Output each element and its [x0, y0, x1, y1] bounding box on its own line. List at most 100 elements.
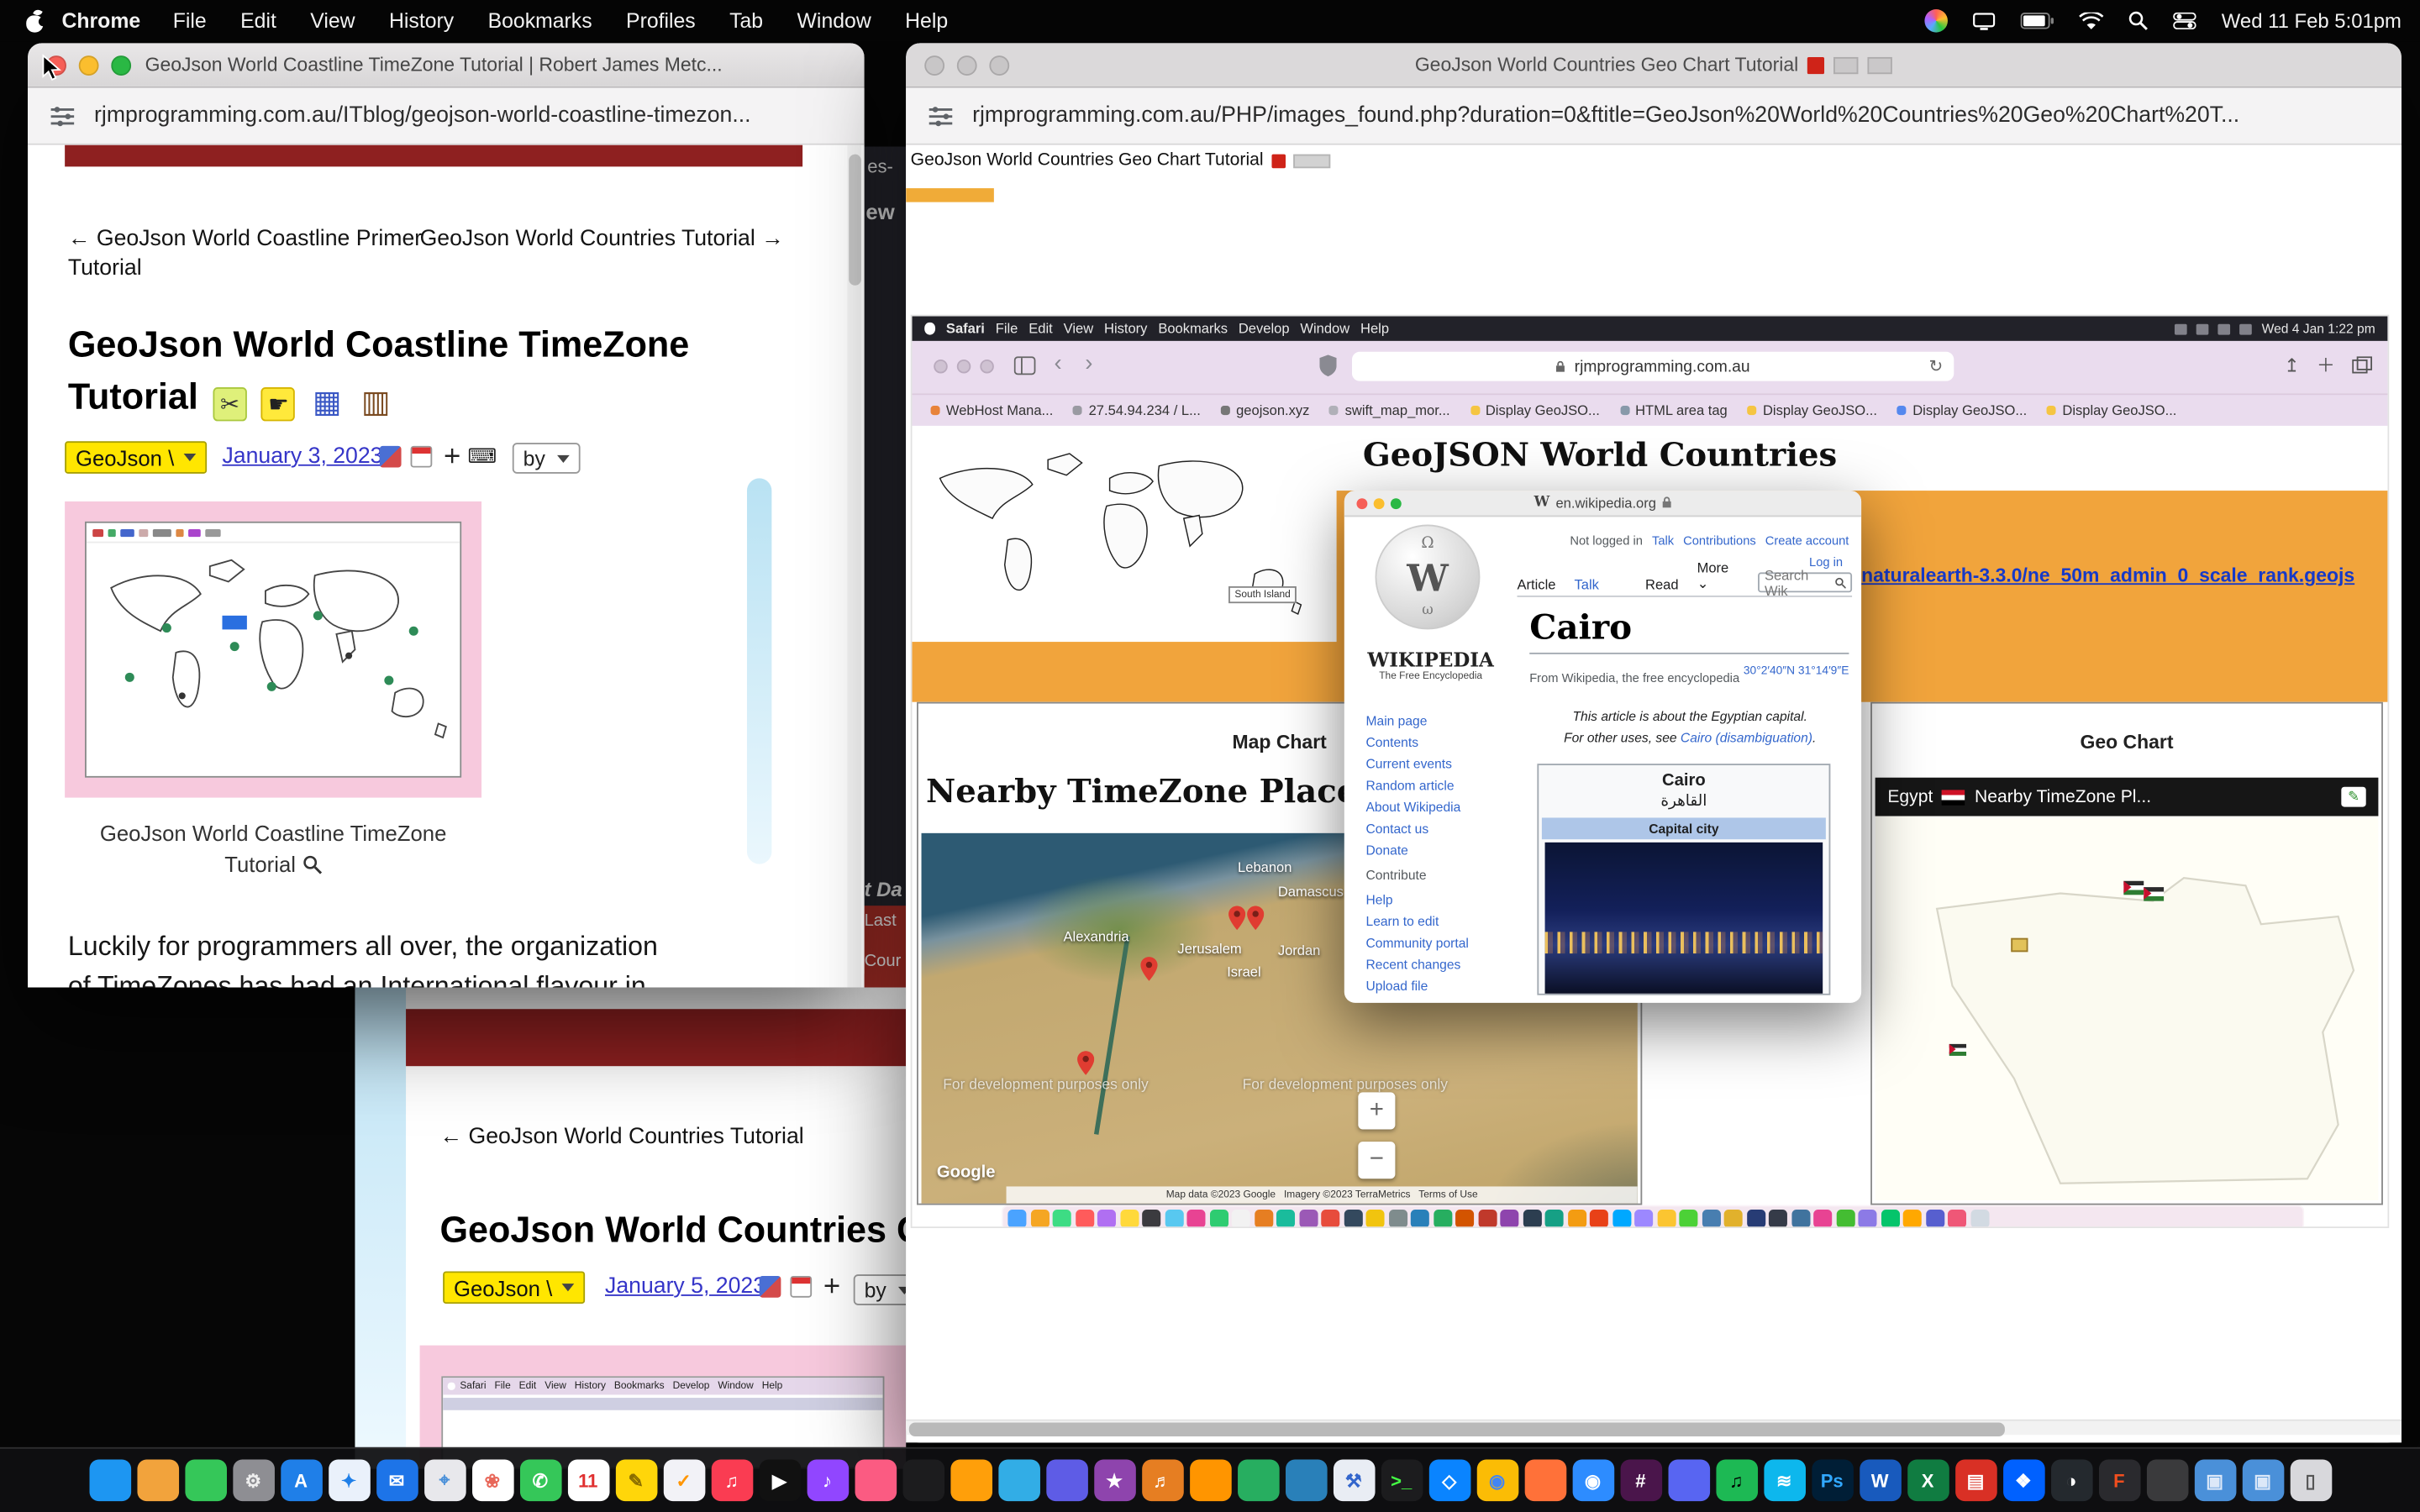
wiki-search-box[interactable]: Search Wik [1759, 572, 1852, 592]
map-pin[interactable] [1247, 906, 1264, 930]
dock-app-icon[interactable]: ✎ [615, 1460, 657, 1502]
url-text[interactable]: rjmprogramming.com.au/PHP/images_found.p… [972, 103, 2239, 128]
add-icon[interactable]: ＋ [441, 446, 463, 468]
dock-app-icon[interactable]: # [1620, 1460, 1662, 1502]
display-icon[interactable] [1973, 12, 1996, 30]
search-icon[interactable] [2129, 11, 2149, 31]
dock-app-icon[interactable]: ⌖ [424, 1460, 466, 1502]
bg-date-link[interactable]: January 5, 2023 [605, 1274, 765, 1299]
menu-item[interactable]: Tab [713, 9, 780, 33]
dock-app-icon[interactable]: ♬ [1141, 1460, 1183, 1502]
dock-app-icon[interactable]: ♫ [711, 1460, 753, 1502]
dock-app-icon[interactable] [1285, 1460, 1327, 1502]
dock-app-icon[interactable] [855, 1460, 897, 1502]
category-select[interactable]: GeoJson \ [65, 441, 207, 474]
scrollbar-thumb[interactable] [848, 155, 860, 286]
bg-author-select[interactable]: by [854, 1274, 906, 1305]
menu-bar-clock[interactable]: Wed 11 Feb 5:01pm [2222, 9, 2402, 33]
map-pin[interactable] [1140, 957, 1157, 981]
dock-app-icon[interactable] [1237, 1460, 1279, 1502]
wikipedia-wordmark[interactable]: WIKIPEDIA [1344, 648, 1518, 671]
dock-app-icon[interactable]: X [1907, 1460, 1949, 1502]
window-titlebar[interactable]: GeoJson World Countries Geo Chart Tutori… [906, 43, 2402, 87]
vertical-scrollbar[interactable] [847, 145, 861, 988]
dock-app-icon[interactable]: ❀ [471, 1460, 513, 1502]
popup-titlebar[interactable]: W en.wikipedia.org [1344, 491, 1861, 517]
wifi-icon[interactable] [2080, 12, 2104, 30]
dock-app-icon[interactable]: ≋ [1763, 1460, 1805, 1502]
scissors-icon[interactable]: ✂ [213, 387, 246, 421]
tab-more[interactable]: More ⌄ [1697, 560, 1740, 593]
dock-app-icon[interactable] [950, 1460, 992, 1502]
search-icon[interactable] [1834, 576, 1846, 589]
post-thumbnail[interactable] [65, 501, 481, 798]
author-select[interactable]: by [513, 443, 581, 474]
zoom-out-button[interactable]: − [1358, 1142, 1395, 1179]
edit-note-icon[interactable]: ✎ [2341, 787, 2365, 807]
horizontal-scrollbar[interactable] [906, 1420, 2402, 1435]
sidebar-link[interactable]: Random article [1366, 778, 1461, 793]
dock-app-icon[interactable]: ♫ [1716, 1460, 1758, 1502]
tab-talk[interactable]: Talk [1574, 577, 1598, 592]
flag-marker-icon[interactable] [2123, 881, 2144, 895]
dock-app-icon[interactable] [137, 1460, 179, 1502]
wikipedia-globe-logo[interactable]: Ω W ω [1376, 524, 1481, 629]
dock-app-icon[interactable]: ▤ [1954, 1460, 1996, 1502]
address-bar[interactable]: rjmprogramming.com.au/PHP/images_found.p… [906, 88, 2402, 145]
dock-app-icon[interactable]: ◇ [1428, 1460, 1470, 1502]
dock-app-icon[interactable] [2146, 1460, 2188, 1502]
control-center-icon[interactable] [2174, 13, 2197, 29]
translate-icon[interactable] [380, 446, 402, 468]
sidebar-link[interactable]: Main page [1366, 713, 1461, 728]
address-bar[interactable]: rjmprogramming.com.au/ITblog/geojson-wor… [28, 88, 865, 145]
prev-post-link[interactable]: ← GeoJson World Coastline Primer Tutoria… [68, 225, 422, 284]
menu-item[interactable]: Window [780, 9, 888, 33]
coordinates-link[interactable]: 30°2′40″N 31°14′9″E [1744, 664, 1849, 678]
window-titlebar[interactable]: GeoJson World Coastline TimeZone Tutoria… [28, 43, 865, 87]
dock-app-icon[interactable]: ◑ [2050, 1460, 2092, 1502]
sidebar-link[interactable]: Current events [1366, 756, 1461, 771]
tune-icon[interactable] [50, 104, 76, 128]
sidebar-link[interactable]: Help [1366, 892, 1469, 907]
dock-app-icon[interactable] [1045, 1460, 1087, 1502]
abacus-icon[interactable]: ▥ [359, 386, 392, 419]
map-pin[interactable] [1228, 906, 1245, 930]
dock-app-icon[interactable]: ▯ [2290, 1460, 2332, 1502]
wiki-top-link[interactable]: Talk [1652, 534, 1674, 549]
flag-marker-icon[interactable] [2144, 887, 2164, 901]
menu-item[interactable]: Help [888, 9, 965, 33]
dock-app-icon[interactable]: ✆ [519, 1460, 561, 1502]
keyboard-icon[interactable]: ⌨ [468, 446, 490, 468]
bg-prev-post-link[interactable]: ← GeoJson World Countries Tutorial [439, 1123, 803, 1152]
dock-app-icon[interactable] [1189, 1460, 1231, 1502]
dock-app-icon[interactable]: Ps [1811, 1460, 1853, 1502]
embedded-screenshot[interactable]: Safari FileEditViewHistoryBookmarksDevel… [911, 315, 2390, 1228]
magnifier-icon[interactable] [302, 855, 322, 875]
zoom-in-button[interactable]: + [1358, 1092, 1395, 1129]
dock-app-icon[interactable]: ⚒ [1333, 1460, 1375, 1502]
sidebar-link[interactable]: About Wikipedia [1366, 799, 1461, 814]
disambiguation-link[interactable]: Cairo (disambiguation) [1681, 730, 1812, 745]
menu-item[interactable]: Edit [224, 9, 293, 33]
wiki-top-link[interactable]: Contributions [1683, 534, 1756, 549]
dock-app-icon[interactable] [997, 1460, 1039, 1502]
menu-item[interactable]: File [156, 9, 224, 33]
dock-app-icon[interactable]: ◉ [1572, 1460, 1614, 1502]
minimize-button[interactable] [79, 55, 99, 76]
tab-article[interactable]: Article [1518, 577, 1556, 592]
dock-app-icon[interactable]: ★ [1093, 1460, 1135, 1502]
date-link[interactable]: January 3, 2023 [222, 444, 382, 469]
wiki-top-link[interactable]: Create account [1765, 534, 1849, 549]
menu-item[interactable]: Profiles [609, 9, 713, 33]
dock-app-icon[interactable] [1668, 1460, 1710, 1502]
dock-app-icon[interactable] [902, 1460, 944, 1502]
geo-chart-map[interactable] [1876, 816, 2379, 1200]
dock-app-icon[interactable] [184, 1460, 226, 1502]
dock-app-icon[interactable]: ▣ [2194, 1460, 2236, 1502]
dock-app-icon[interactable]: ❖ [2002, 1460, 2044, 1502]
geojson-file-link[interactable]: naturalearth-3.3.0/ne_50m_admin_0_scale_… [1861, 564, 2354, 586]
zoom-button[interactable] [111, 55, 131, 76]
menu-item[interactable]: Bookmarks [471, 9, 608, 33]
dock-app-icon[interactable]: ▶ [759, 1460, 801, 1502]
bg-translate-icon[interactable] [760, 1276, 781, 1298]
